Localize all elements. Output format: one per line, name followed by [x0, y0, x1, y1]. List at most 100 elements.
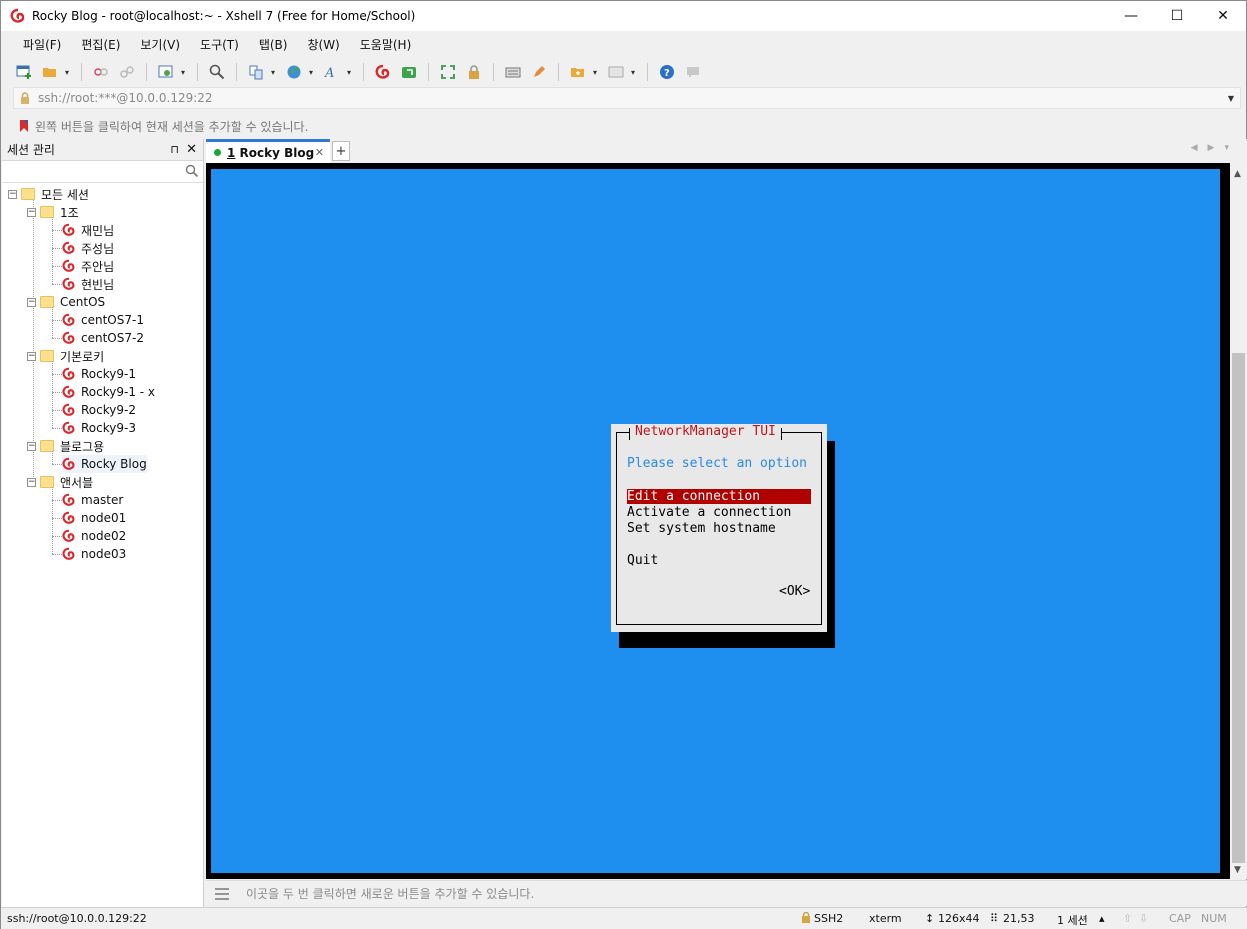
new-tab-button[interactable]: +	[332, 141, 350, 161]
chevron-down-icon[interactable]: ▾	[593, 68, 601, 77]
tree-session-item[interactable]: Rocky9-1	[62, 365, 136, 383]
scroll-up-icon[interactable]: ▲	[1234, 169, 1241, 179]
xshell-icon[interactable]	[372, 61, 394, 83]
address-text[interactable]: ssh://root:***@10.0.0.129:22	[38, 91, 213, 105]
bookmark-flag-icon[interactable]	[19, 119, 29, 133]
chevron-up-icon[interactable]: ▴	[1099, 912, 1105, 925]
session-manager-panel: 세션 관리 ⊓ ✕ − 모든 세션 −1조 재민님 주성님 주안님 현빈님 − CentOS ce…	[2, 139, 204, 907]
minimize-button[interactable]: —	[1108, 1, 1154, 31]
tree-session-item[interactable]: node03	[62, 545, 126, 563]
xshell-session-icon	[62, 223, 75, 236]
tree-session-item[interactable]: node01	[62, 509, 126, 527]
prev-session-icon[interactable]: ⇧	[1123, 912, 1132, 925]
new-session-icon[interactable]	[13, 61, 35, 83]
disconnect-icon[interactable]	[116, 61, 138, 83]
open-folder-icon[interactable]	[39, 61, 61, 83]
xftp-icon[interactable]	[398, 61, 420, 83]
menu-edit[interactable]: 편집(E)	[71, 36, 130, 53]
font-icon[interactable]: A	[321, 61, 343, 83]
maximize-button[interactable]: ☐	[1154, 1, 1200, 31]
tree-connector	[52, 464, 62, 465]
menu-view[interactable]: 보기(V)	[130, 36, 190, 53]
quick-button-bar[interactable]: 이곳을 두 번 클릭하면 새로운 버튼을 추가할 수 있습니다.	[206, 880, 1247, 906]
session-search-input[interactable]	[2, 161, 184, 181]
properties-icon[interactable]	[155, 61, 177, 83]
tree-session-item[interactable]: Rocky9-3	[62, 419, 136, 437]
collapse-icon[interactable]: −	[27, 351, 36, 361]
tree-session-item[interactable]: Rocky9-2	[62, 401, 136, 419]
tab-rocky-blog[interactable]: 1 Rocky Blog ✕	[206, 139, 330, 163]
new-folder-icon[interactable]	[567, 61, 589, 83]
compose-icon[interactable]	[528, 61, 550, 83]
svg-text:A: A	[324, 66, 334, 80]
layout-icon[interactable]	[605, 61, 627, 83]
chevron-down-icon[interactable]: ▾	[65, 68, 73, 77]
tree-group[interactable]: − CentOS	[27, 293, 105, 311]
search-icon[interactable]	[185, 164, 199, 178]
tree-session-item[interactable]: 현빈님	[62, 275, 114, 293]
pin-icon[interactable]: ⊓	[170, 143, 179, 156]
collapse-icon[interactable]: −	[8, 189, 17, 199]
chevron-down-icon[interactable]: ▾	[631, 68, 639, 77]
menu-file[interactable]: 파일(F)	[13, 36, 71, 53]
tab-label: 1 Rocky Blog	[227, 146, 314, 160]
tree-session-item[interactable]: Rocky9-1 - x	[62, 383, 155, 401]
tab-navigation-icons[interactable]: ◀▶▾	[1191, 143, 1239, 153]
toolbar: ▾ ▾ ▾ ▾ A ▾ ▾ ▾ ?	[13, 59, 704, 85]
chevron-down-icon[interactable]: ▾	[347, 68, 355, 77]
chat-icon[interactable]	[682, 61, 704, 83]
tree-session-item[interactable]: 주성님	[62, 239, 114, 257]
help-icon[interactable]: ?	[656, 61, 678, 83]
collapse-icon[interactable]: −	[27, 441, 36, 451]
menu-help[interactable]: 도움말(H)	[350, 36, 422, 53]
tree-group[interactable]: − 블로그용	[27, 437, 104, 455]
session-label: centOS7-1	[81, 313, 144, 327]
option-set-hostname[interactable]: Set system hostname	[627, 521, 811, 536]
status-sessions[interactable]: 1 세션	[1057, 912, 1088, 928]
tab-close-icon[interactable]: ✕	[315, 146, 324, 159]
close-icon[interactable]: ✕	[186, 142, 197, 157]
terminal-scrollbar[interactable]: ▲ ▼	[1230, 163, 1247, 879]
connect-icon[interactable]	[90, 61, 112, 83]
option-quit[interactable]: Quit	[627, 553, 811, 568]
lock-icon[interactable]	[463, 61, 485, 83]
chevron-down-icon[interactable]: ▼	[1228, 94, 1234, 103]
fullscreen-icon[interactable]	[437, 61, 459, 83]
option-activate-connection[interactable]: Activate a connection	[627, 505, 811, 520]
tree-session-item[interactable]: 주안님	[62, 257, 114, 275]
tree-group[interactable]: − 앤서블	[27, 473, 93, 491]
close-button[interactable]: ✕	[1200, 1, 1246, 31]
xshell-session-icon	[62, 421, 75, 434]
tree-session-item[interactable]: centOS7-1	[62, 311, 144, 329]
menu-tab[interactable]: 탭(B)	[249, 36, 298, 53]
collapse-icon[interactable]: −	[27, 477, 36, 487]
search-icon[interactable]	[206, 61, 228, 83]
collapse-icon[interactable]: −	[27, 297, 36, 307]
ok-button[interactable]: <OK>	[779, 584, 810, 599]
tree-session-item[interactable]: master	[62, 491, 123, 509]
chevron-down-icon[interactable]: ▾	[181, 68, 189, 77]
chevron-down-icon[interactable]: ▾	[309, 68, 317, 77]
option-edit-connection[interactable]: Edit a connection	[627, 489, 811, 504]
status-lock-icon	[801, 911, 811, 926]
menu-tools[interactable]: 도구(T)	[190, 36, 249, 53]
tree-connector	[52, 338, 62, 339]
transfer-icon[interactable]	[245, 61, 267, 83]
tree-session-item[interactable]: centOS7-2	[62, 329, 144, 347]
keyboard-icon[interactable]	[502, 61, 524, 83]
globe-icon[interactable]	[283, 61, 305, 83]
collapse-icon[interactable]: −	[27, 207, 36, 217]
menu-window[interactable]: 창(W)	[297, 36, 349, 53]
tree-root-all-sessions[interactable]: − 모든 세션	[8, 185, 89, 203]
tree-group[interactable]: − 기본로키	[27, 347, 104, 365]
address-bar[interactable]: ssh://root:***@10.0.0.129:22 ▼	[13, 87, 1241, 109]
scroll-down-icon[interactable]: ▼	[1234, 865, 1241, 875]
xshell-logo-icon	[10, 8, 25, 23]
tree-session-item[interactable]: node02	[62, 527, 126, 545]
menu-icon[interactable]	[214, 887, 230, 900]
scrollbar-thumb[interactable]	[1232, 353, 1245, 863]
tree-session-item[interactable]: Rocky Blog	[62, 455, 147, 473]
tree-session-item[interactable]: 재민님	[62, 221, 114, 239]
next-session-icon[interactable]: ⇩	[1139, 912, 1148, 925]
chevron-down-icon[interactable]: ▾	[271, 68, 279, 77]
